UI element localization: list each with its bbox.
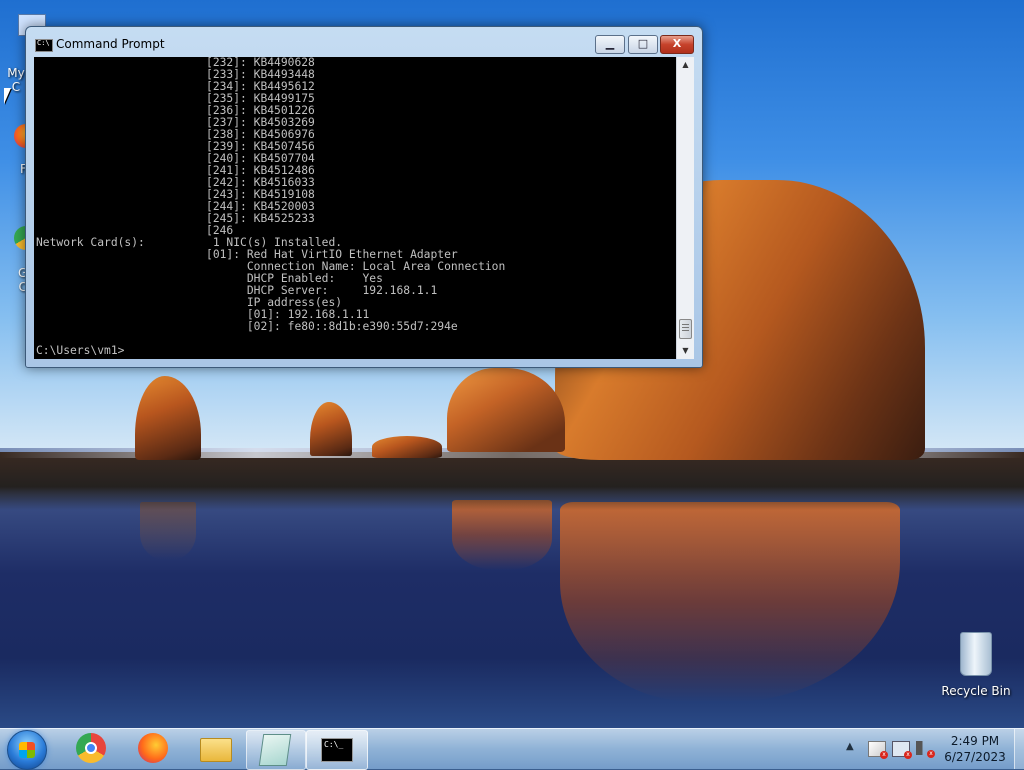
start-button[interactable] bbox=[7, 730, 47, 770]
cmd-icon-text: C:\ bbox=[37, 39, 50, 47]
minimize-button[interactable]: ▁ bbox=[595, 35, 625, 54]
scroll-down-arrow-icon[interactable]: ▼ bbox=[677, 343, 694, 359]
cmd-icon-text: C:\_ bbox=[324, 740, 344, 749]
windows-logo-icon bbox=[19, 742, 35, 758]
grip-icon bbox=[682, 324, 689, 325]
taskbar-app-firefox[interactable] bbox=[124, 730, 180, 768]
vertical-scrollbar[interactable]: ▲ ▼ bbox=[676, 57, 694, 359]
system-tray: ▲ x x x 2:49 PM 6/27/2023 bbox=[840, 729, 1024, 769]
clock-time: 2:49 PM bbox=[950, 734, 1000, 748]
error-x-icon: x bbox=[927, 750, 935, 758]
wallpaper-reflection bbox=[140, 502, 196, 560]
network-icon[interactable]: x bbox=[892, 741, 912, 759]
cmd-icon: C:\ bbox=[35, 39, 53, 52]
show-desktop-button[interactable] bbox=[1014, 729, 1024, 769]
taskbar-app-notepad[interactable] bbox=[246, 730, 306, 770]
desktop-icon-label: Recycle Bin bbox=[941, 684, 1011, 698]
scroll-up-arrow-icon[interactable]: ▲ bbox=[677, 57, 694, 73]
firefox-icon bbox=[138, 733, 168, 763]
show-hidden-icons-button[interactable]: ▲ bbox=[846, 741, 854, 752]
wallpaper-reflection bbox=[452, 500, 552, 570]
close-button[interactable]: X bbox=[660, 35, 694, 54]
wallpaper-sea-stack bbox=[372, 436, 442, 458]
error-x-icon: x bbox=[880, 751, 888, 759]
console-text: [232]: KB4490628 [233]: KB4493448 [234]:… bbox=[36, 57, 506, 357]
console-output[interactable]: [232]: KB4490628 [233]: KB4493448 [234]:… bbox=[34, 57, 676, 359]
title-bar[interactable]: C:\ Command Prompt ▁ □ X bbox=[26, 27, 702, 57]
cmd-icon: C:\_ bbox=[321, 738, 353, 762]
error-x-icon: x bbox=[904, 751, 912, 759]
command-prompt-window[interactable]: C:\ Command Prompt ▁ □ X [232]: KB449062… bbox=[25, 26, 703, 368]
folder-icon bbox=[200, 738, 232, 762]
volume-muted-icon[interactable]: x bbox=[916, 741, 935, 758]
clock[interactable]: 2:49 PM 6/27/2023 bbox=[944, 733, 1006, 765]
scrollbar-thumb[interactable] bbox=[679, 319, 692, 339]
taskbar-app-explorer[interactable] bbox=[186, 730, 242, 768]
window-title: Command Prompt bbox=[56, 37, 165, 51]
maximize-button[interactable]: □ bbox=[628, 35, 658, 54]
notepad-icon bbox=[258, 734, 292, 766]
mouse-cursor bbox=[4, 88, 18, 104]
chrome-icon bbox=[76, 733, 106, 763]
wallpaper-shore bbox=[0, 452, 1024, 510]
desktop-icon-recycle-bin[interactable]: Recycle Bin bbox=[938, 628, 1014, 700]
recycle-bin-icon bbox=[960, 632, 992, 676]
taskbar: C:\_ ▲ x x x 2:49 PM 6/27/2023 bbox=[0, 728, 1024, 770]
clock-date: 6/27/2023 bbox=[944, 750, 1006, 764]
taskbar-app-chrome[interactable] bbox=[62, 730, 118, 768]
action-center-flag-icon[interactable]: x bbox=[868, 741, 888, 759]
taskbar-app-command-prompt[interactable]: C:\_ bbox=[306, 730, 368, 770]
